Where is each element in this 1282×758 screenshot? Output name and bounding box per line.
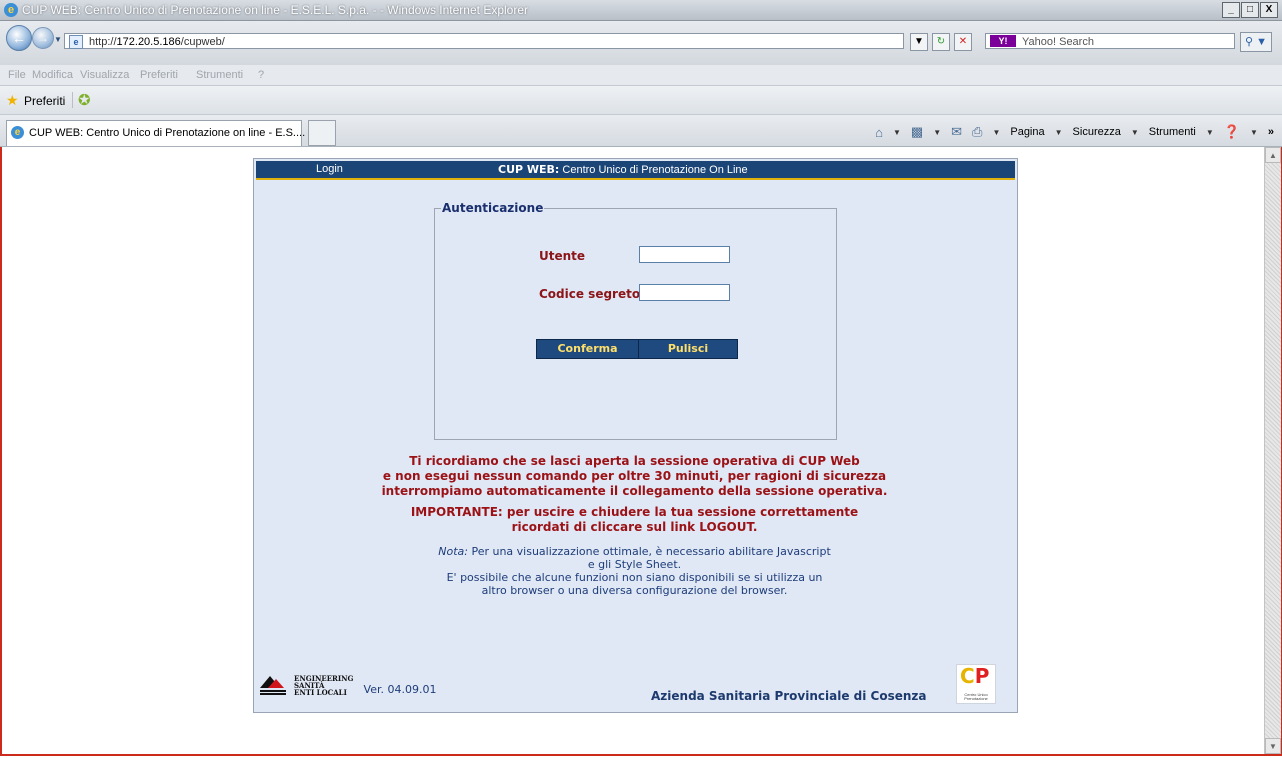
strumenti-dropdown-icon[interactable]: ▼ bbox=[1206, 128, 1214, 137]
panel-header: Login CUP WEB: Centro Unico di Prenotazi… bbox=[256, 161, 1015, 180]
menu-bar: File Modifica Visualizza Preferiti Strum… bbox=[0, 65, 1282, 86]
note-text: Per una visualizzazione ottimale, è nece… bbox=[467, 545, 831, 558]
password-label: Codice segreto bbox=[539, 287, 641, 301]
divider bbox=[72, 92, 73, 108]
stop-button[interactable]: ✕ bbox=[954, 33, 972, 51]
cup-logo: CP Centro Unico Prenotazione bbox=[956, 664, 996, 704]
forward-button[interactable]: → bbox=[32, 27, 54, 49]
new-tab-button[interactable] bbox=[308, 120, 336, 146]
window-titlebar: e CUP WEB: Centro Unico di Prenotazione … bbox=[0, 0, 1282, 21]
menu-file[interactable]: File bbox=[8, 69, 26, 81]
strumenti-menu[interactable]: Strumenti bbox=[1149, 126, 1196, 138]
menu-preferiti[interactable]: Preferiti bbox=[140, 69, 178, 81]
refresh-button[interactable]: ↻ bbox=[932, 33, 950, 51]
pagina-menu[interactable]: Pagina bbox=[1010, 126, 1044, 138]
cup-logo-mark-icon: CP bbox=[960, 664, 990, 688]
menu-strumenti[interactable]: Strumenti bbox=[196, 69, 243, 81]
favorites-star-icon: ★ bbox=[6, 92, 19, 108]
engineering-mark-icon bbox=[260, 676, 286, 695]
user-input[interactable] bbox=[639, 246, 730, 263]
menu-modifica[interactable]: Modifica bbox=[32, 69, 73, 81]
page-icon: e bbox=[69, 35, 83, 49]
back-button[interactable]: ← bbox=[6, 25, 32, 51]
url-prefix: http:// bbox=[89, 36, 117, 48]
url-path: /cupweb/ bbox=[180, 36, 225, 48]
azienda-label: Azienda Sanitaria Provinciale di Cosenza bbox=[651, 689, 927, 703]
cup-logo-text: Centro Unico Prenotazione bbox=[964, 692, 988, 701]
note-line: Nota: Per una visualizzazione ottimale, … bbox=[254, 545, 1015, 558]
panel-title-rest: Centro Unico di Prenotazione On Line bbox=[559, 164, 748, 176]
tab-cupweb[interactable]: e CUP WEB: Centro Unico di Prenotazione … bbox=[6, 120, 306, 146]
help-icon[interactable]: ❓ bbox=[1224, 124, 1240, 140]
print-icon[interactable]: ⎙ bbox=[972, 124, 982, 140]
pagina-dropdown-icon[interactable]: ▼ bbox=[1055, 128, 1063, 137]
window-title: CUP WEB: Centro Unico di Prenotazione on… bbox=[22, 3, 528, 17]
maximize-button[interactable]: □ bbox=[1241, 2, 1259, 18]
authentication-fieldset: Autenticazione bbox=[434, 201, 837, 440]
favorites-button[interactable]: Preferiti bbox=[24, 94, 65, 108]
user-label: Utente bbox=[539, 249, 586, 263]
important-line: ricordati di cliccare sul link LOGOUT. bbox=[511, 520, 758, 534]
sicurezza-menu[interactable]: Sicurezza bbox=[1073, 126, 1121, 138]
chevron-more-icon[interactable]: » bbox=[1268, 126, 1274, 138]
favorites-bar: ★ Preferiti ✪ bbox=[0, 86, 1282, 115]
address-bar-row: ← → ▼ e http://172.20.5.186/cupweb/ ▼ ↻ … bbox=[0, 21, 1282, 65]
history-dropdown-icon[interactable]: ▼ bbox=[54, 35, 62, 44]
address-input[interactable]: e http://172.20.5.186/cupweb/ bbox=[64, 33, 904, 49]
note-label: Nota: bbox=[438, 545, 468, 558]
command-bar: ⌂ ▼ ▩ ▼ ✉ ⎙ ▼ Pagina ▼ Sicurezza ▼ Strumenti ▼… bbox=[875, 124, 1274, 140]
confirm-button[interactable]: Conferma bbox=[536, 339, 639, 359]
sicurezza-dropdown-icon[interactable]: ▼ bbox=[1131, 128, 1139, 137]
note-line: e gli Style Sheet. bbox=[587, 558, 682, 571]
ie-logo-icon: e bbox=[4, 3, 18, 17]
panel-title: CUP WEB: Centro Unico di Prenotazione On… bbox=[498, 161, 748, 179]
note-line: altro browser o una diversa configurazio… bbox=[481, 584, 788, 597]
menu-visualizza[interactable]: Visualizza bbox=[80, 69, 129, 81]
clear-button[interactable]: Pulisci bbox=[638, 339, 738, 359]
warning-line: e non esegui nessun comando per oltre 30… bbox=[382, 469, 887, 483]
yahoo-icon: Y! bbox=[990, 35, 1016, 47]
menu-help[interactable]: ? bbox=[258, 69, 264, 81]
engineering-brand: ENGINEERING SANITÀ ENTI LOCALI bbox=[294, 675, 354, 696]
print-dropdown-icon[interactable]: ▼ bbox=[992, 128, 1000, 137]
help-dropdown-icon[interactable]: ▼ bbox=[1250, 128, 1258, 137]
panel-title-bold: CUP WEB: bbox=[498, 163, 560, 176]
address-dropdown-button[interactable]: ▼ bbox=[910, 33, 928, 51]
url-host: 172.20.5.186 bbox=[116, 36, 181, 48]
scroll-down-arrow[interactable]: ▼ bbox=[1265, 738, 1281, 754]
close-window-button[interactable]: X bbox=[1260, 2, 1278, 18]
search-input[interactable]: Y! Yahoo! Search bbox=[985, 33, 1235, 49]
tab-bar: e CUP WEB: Centro Unico di Prenotazione … bbox=[0, 115, 1282, 147]
scroll-up-arrow[interactable]: ▲ bbox=[1265, 147, 1281, 163]
feeds-icon[interactable]: ▩ bbox=[911, 124, 923, 140]
cupweb-login-panel: Login CUP WEB: Centro Unico di Prenotazi… bbox=[253, 158, 1018, 713]
home-dropdown-icon[interactable]: ▼ bbox=[893, 128, 901, 137]
warning-line: interrompiamo automaticamente il collega… bbox=[381, 484, 888, 498]
search-placeholder: Yahoo! Search bbox=[1022, 36, 1094, 48]
window-controls: _ □ X bbox=[1222, 2, 1278, 18]
search-button[interactable]: ⚲ ▼ bbox=[1240, 32, 1272, 52]
password-input[interactable] bbox=[639, 284, 730, 301]
logout-warning: IMPORTANTE: per uscire e chiudere la tua… bbox=[254, 505, 1015, 535]
browser-note: Nota: Per una visualizzazione ottimale, … bbox=[254, 545, 1015, 597]
brand-line: ENTI LOCALI bbox=[294, 688, 347, 697]
feeds-dropdown-icon[interactable]: ▼ bbox=[933, 128, 941, 137]
note-line: E' possibile che alcune funzioni non sia… bbox=[446, 571, 823, 584]
home-icon[interactable]: ⌂ bbox=[875, 125, 883, 140]
authentication-legend: Autenticazione bbox=[442, 201, 544, 215]
login-label: Login bbox=[316, 163, 343, 175]
version-label: Ver. 04.09.01 bbox=[363, 683, 437, 696]
session-warning: Ti ricordiamo che se lasci aperta la ses… bbox=[254, 454, 1015, 499]
warning-line: Ti ricordiamo che se lasci aperta la ses… bbox=[409, 454, 860, 468]
tab-title: CUP WEB: Centro Unico di Prenotazione on… bbox=[29, 127, 306, 139]
minimize-button[interactable]: _ bbox=[1222, 2, 1240, 18]
add-favorite-icon[interactable]: ✪ bbox=[78, 91, 91, 109]
vertical-scrollbar[interactable]: ▲ ▼ bbox=[1264, 147, 1281, 754]
mail-icon[interactable]: ✉ bbox=[951, 124, 962, 140]
tab-ie-icon: e bbox=[11, 126, 24, 139]
important-line: IMPORTANTE: per uscire e chiudere la tua… bbox=[410, 505, 859, 519]
engineering-logo: ENGINEERING SANITÀ ENTI LOCALI Ver. 04.0… bbox=[258, 674, 436, 696]
